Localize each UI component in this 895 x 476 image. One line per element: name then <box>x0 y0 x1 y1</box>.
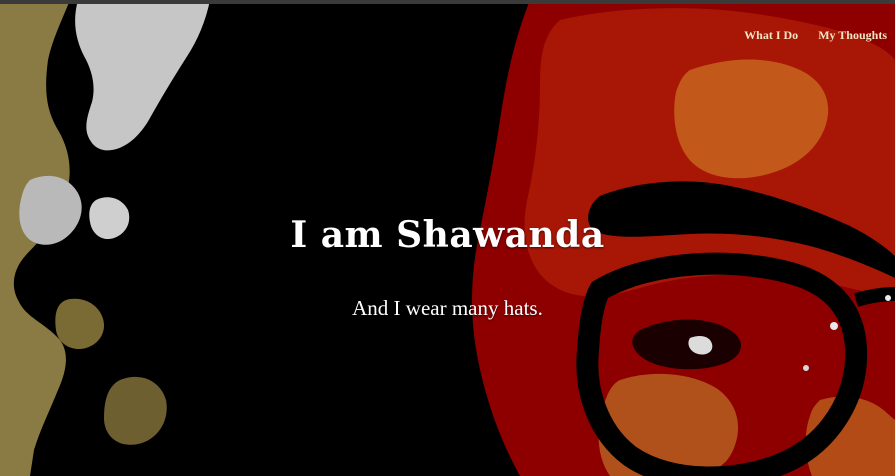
nav-link-my-thoughts[interactable]: My Thoughts <box>818 28 887 43</box>
browser-top-strip <box>0 0 895 4</box>
hero-title: I am Shawanda <box>290 214 605 256</box>
nav-link-what-i-do[interactable]: What I Do <box>744 28 798 43</box>
top-nav: What I Do My Thoughts <box>744 28 887 43</box>
image-speck <box>803 365 809 371</box>
hero-subtitle: And I wear many hats. <box>352 296 543 320</box>
hero-section: What I Do My Thoughts I am Shawanda And … <box>0 0 895 476</box>
image-speck <box>830 322 838 330</box>
